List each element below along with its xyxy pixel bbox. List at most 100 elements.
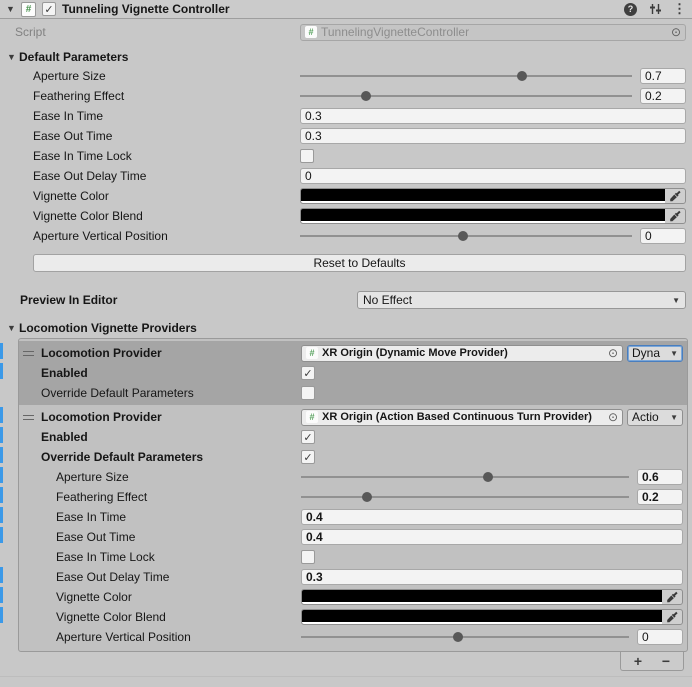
- provider-object-field[interactable]: # XR Origin (Action Based Continuous Tur…: [301, 409, 623, 426]
- locomotion-provider-row: Locomotion Provider # XR Origin (Dynamic…: [19, 343, 687, 363]
- vignette-color-row: Vignette Color: [0, 186, 692, 206]
- aperture-size-row: Aperture Size 0.7: [0, 66, 692, 86]
- aperture-vertical-position-slider[interactable]: [300, 235, 632, 237]
- provider-type-dropdown[interactable]: Dyna: [627, 345, 683, 362]
- aperture-size-value[interactable]: 0.6: [637, 469, 683, 485]
- override-indicator: [0, 527, 3, 543]
- enabled-label: Enabled: [19, 366, 301, 380]
- feathering-effect-value[interactable]: 0.2: [640, 88, 686, 104]
- param-label: Ease In Time Lock: [19, 550, 301, 564]
- vignette-color-field[interactable]: [301, 589, 683, 605]
- override-indicator: [0, 507, 3, 523]
- enabled-checkbox[interactable]: [301, 430, 315, 444]
- color-swatch[interactable]: [301, 189, 665, 203]
- override-indicator: [0, 343, 3, 359]
- dropdown-value: Actio: [632, 410, 659, 424]
- aperture-vertical-position-slider[interactable]: [301, 636, 629, 638]
- aperture-size-slider[interactable]: [300, 75, 632, 77]
- locomotion-vignette-providers-foldout[interactable]: Locomotion Vignette Providers: [0, 319, 692, 337]
- ease-out-time-field[interactable]: 0.4: [301, 529, 683, 545]
- add-item-button[interactable]: +: [627, 653, 649, 670]
- chevron-down-icon: [670, 413, 678, 422]
- feathering-effect-slider[interactable]: [301, 496, 629, 498]
- color-swatch[interactable]: [301, 209, 665, 223]
- drag-handle-icon[interactable]: [23, 351, 34, 356]
- provider-label: Locomotion Provider: [41, 346, 162, 360]
- feathering-effect-row: Feathering Effect 0.2: [19, 487, 687, 507]
- vignette-color-blend-row: Vignette Color Blend: [0, 206, 692, 226]
- script-icon: #: [306, 347, 318, 359]
- presets-icon[interactable]: [648, 2, 662, 16]
- preview-in-editor-dropdown[interactable]: No Effect: [357, 291, 686, 309]
- vignette-color-blend-row: Vignette Color Blend: [19, 607, 687, 627]
- drag-handle-icon[interactable]: [23, 415, 34, 420]
- override-checkbox[interactable]: [301, 450, 315, 464]
- menu-icon[interactable]: ⋮: [673, 1, 686, 17]
- foldout-icon[interactable]: [6, 4, 18, 14]
- provider-object-field[interactable]: # XR Origin (Dynamic Move Provider) ⊙: [301, 345, 623, 362]
- vignette-color-field[interactable]: [300, 188, 686, 204]
- script-icon: #: [306, 411, 318, 423]
- reset-to-defaults-button[interactable]: Reset to Defaults: [33, 254, 686, 272]
- default-parameters-foldout[interactable]: Default Parameters: [0, 48, 692, 66]
- provider-type-dropdown[interactable]: Actio: [627, 409, 683, 426]
- override-checkbox[interactable]: [301, 386, 315, 400]
- vignette-color-row: Vignette Color: [19, 587, 687, 607]
- ease-in-time-field[interactable]: 0.4: [301, 509, 683, 525]
- enabled-checkbox[interactable]: [301, 366, 315, 380]
- help-icon[interactable]: ?: [624, 3, 637, 16]
- ease-out-delay-time-field[interactable]: 0.3: [301, 569, 683, 585]
- ease-out-time-row: Ease Out Time 0.4: [19, 527, 687, 547]
- aperture-vertical-position-value[interactable]: 0: [640, 228, 686, 244]
- eyedropper-icon[interactable]: [662, 610, 682, 624]
- remove-item-button[interactable]: −: [655, 653, 677, 670]
- override-indicator: [0, 363, 3, 379]
- provider-item-0[interactable]: Locomotion Provider # XR Origin (Dynamic…: [19, 341, 687, 405]
- foldout-icon: [7, 323, 19, 333]
- dropdown-value: Dyna: [632, 346, 660, 360]
- ease-in-time-row: Ease In Time 0.3: [0, 106, 692, 126]
- eyedropper-icon[interactable]: [662, 590, 682, 604]
- ease-out-time-field[interactable]: 0.3: [300, 128, 686, 144]
- override-indicator: [0, 567, 3, 583]
- color-swatch[interactable]: [302, 590, 662, 604]
- override-indicator: [0, 427, 3, 443]
- ease-in-time-lock-checkbox[interactable]: [300, 149, 314, 163]
- vignette-color-blend-field[interactable]: [301, 609, 683, 625]
- param-label: Aperture Vertical Position: [19, 630, 301, 644]
- preview-in-editor-row: Preview In Editor No Effect: [0, 290, 692, 310]
- component-enabled-checkbox[interactable]: [42, 2, 56, 16]
- ease-out-delay-time-field[interactable]: 0: [300, 168, 686, 184]
- aperture-size-value[interactable]: 0.7: [640, 68, 686, 84]
- ease-out-time-row: Ease Out Time 0.3: [0, 126, 692, 146]
- foldout-icon: [7, 52, 19, 62]
- script-object-field: # TunnelingVignetteController ⊙: [300, 24, 686, 41]
- color-swatch[interactable]: [302, 610, 662, 624]
- object-picker-icon[interactable]: ⊙: [671, 26, 681, 38]
- ease-in-time-row: Ease In Time 0.4: [19, 507, 687, 527]
- object-picker-icon[interactable]: ⊙: [608, 347, 618, 359]
- override-indicator: [0, 587, 3, 603]
- eyedropper-icon[interactable]: [665, 189, 685, 203]
- section-title: Locomotion Vignette Providers: [19, 321, 197, 335]
- ease-in-time-lock-row: Ease In Time Lock: [19, 547, 687, 567]
- param-label: Ease In Time: [19, 510, 301, 524]
- feathering-effect-value[interactable]: 0.2: [637, 489, 683, 505]
- component-separator: [0, 676, 692, 677]
- aperture-vertical-position-value[interactable]: 0: [637, 629, 683, 645]
- enabled-row: Enabled: [19, 427, 687, 447]
- provider-item-1[interactable]: Locomotion Provider # XR Origin (Action …: [19, 405, 687, 649]
- vignette-color-blend-field[interactable]: [300, 208, 686, 224]
- object-picker-icon[interactable]: ⊙: [608, 411, 618, 423]
- param-label: Vignette Color Blend: [0, 209, 300, 223]
- eyedropper-icon[interactable]: [665, 209, 685, 223]
- param-label: Ease Out Time: [19, 530, 301, 544]
- override-indicator: [0, 447, 3, 463]
- aperture-size-slider[interactable]: [301, 476, 629, 478]
- ease-in-time-field[interactable]: 0.3: [300, 108, 686, 124]
- feathering-effect-slider[interactable]: [300, 95, 632, 97]
- override-indicator: [0, 487, 3, 503]
- ease-in-time-lock-checkbox[interactable]: [301, 550, 315, 564]
- param-label: Aperture Size: [0, 69, 300, 83]
- aperture-vertical-position-row: Aperture Vertical Position 0: [19, 627, 687, 647]
